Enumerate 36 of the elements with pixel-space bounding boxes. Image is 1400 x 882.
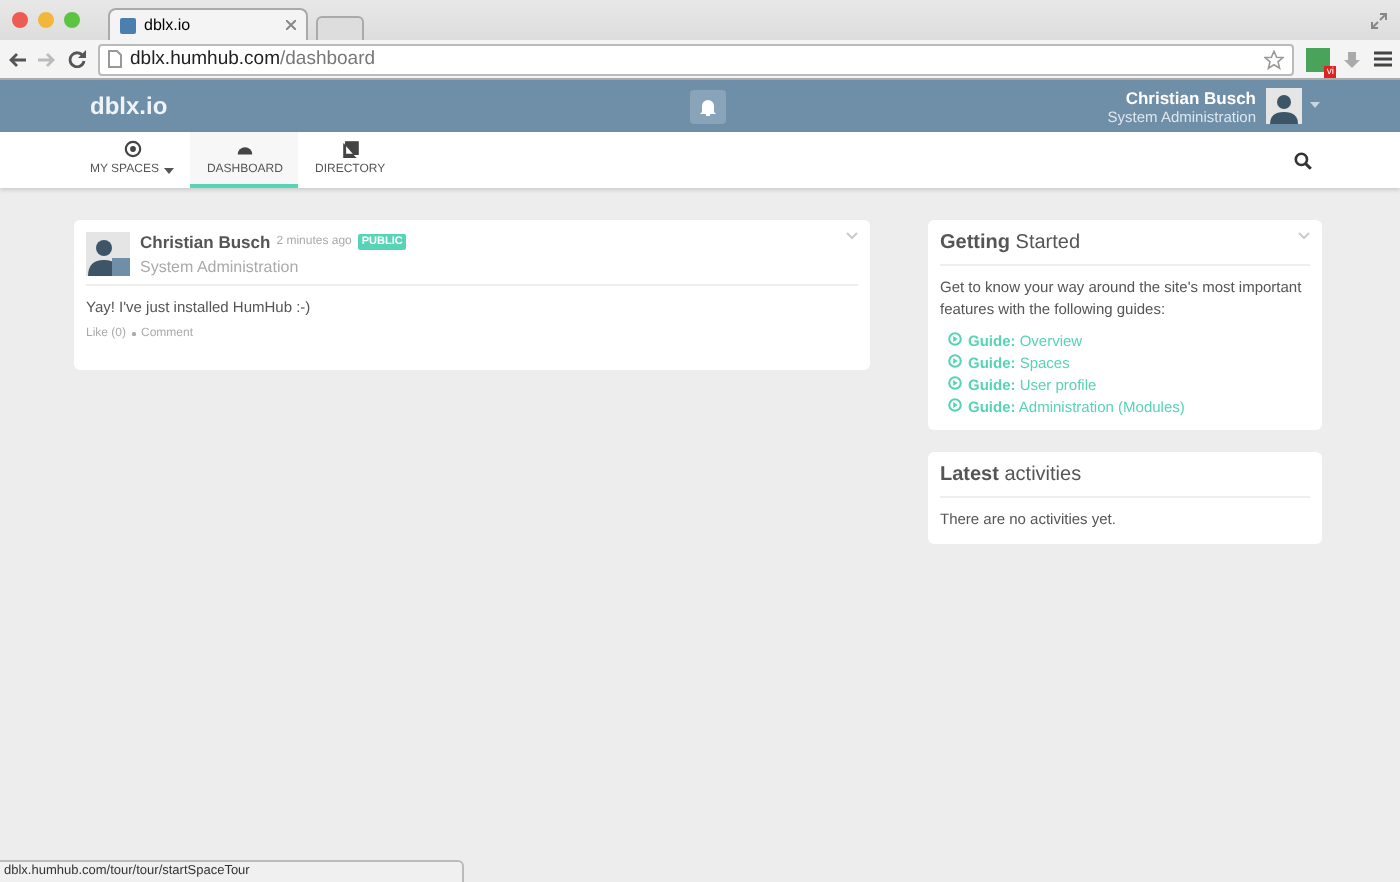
play-circle-icon <box>948 376 962 390</box>
separator-dot <box>132 332 136 336</box>
chevron-down-icon[interactable] <box>1298 232 1310 240</box>
back-icon[interactable] <box>8 51 26 67</box>
forward-icon[interactable] <box>38 51 56 67</box>
page-icon <box>108 50 122 68</box>
caret-icon[interactable] <box>164 167 175 173</box>
panel-title: Latest activities <box>940 464 1082 486</box>
space-name: System Administration <box>140 258 301 276</box>
user-avatar[interactable] <box>86 232 130 276</box>
search-icon[interactable] <box>1294 151 1312 169</box>
play-circle-icon <box>948 398 962 412</box>
book-icon <box>341 140 360 158</box>
site-name[interactable]: dblx.io <box>90 92 168 120</box>
reload-icon[interactable] <box>68 50 86 68</box>
new-tab-button[interactable] <box>316 16 364 40</box>
star-icon[interactable] <box>1264 49 1284 69</box>
close-window-button[interactable] <box>12 12 28 28</box>
close-icon[interactable] <box>286 20 296 30</box>
fullscreen-icon[interactable] <box>1370 11 1388 29</box>
bell-icon <box>699 97 716 115</box>
notifications-button[interactable] <box>689 89 726 123</box>
target-icon <box>123 140 142 158</box>
play-circle-icon <box>948 332 962 346</box>
browser-tab[interactable]: dblx.io <box>108 8 308 40</box>
menu-icon[interactable] <box>1374 50 1392 68</box>
minimize-window-button[interactable] <box>38 12 54 28</box>
panel-title: Getting Started <box>940 232 1081 254</box>
maximize-window-button[interactable] <box>64 12 80 28</box>
address-bar[interactable]: dblx.humhub.com/dashboard <box>98 43 1294 75</box>
author-name: Christian Busch <box>140 232 271 252</box>
download-icon[interactable] <box>1342 49 1362 69</box>
play-circle-icon <box>948 354 962 368</box>
chevron-down-icon[interactable] <box>846 232 858 240</box>
site-favicon-icon <box>120 17 136 33</box>
user-name[interactable]: Christian Busch <box>1125 87 1256 107</box>
